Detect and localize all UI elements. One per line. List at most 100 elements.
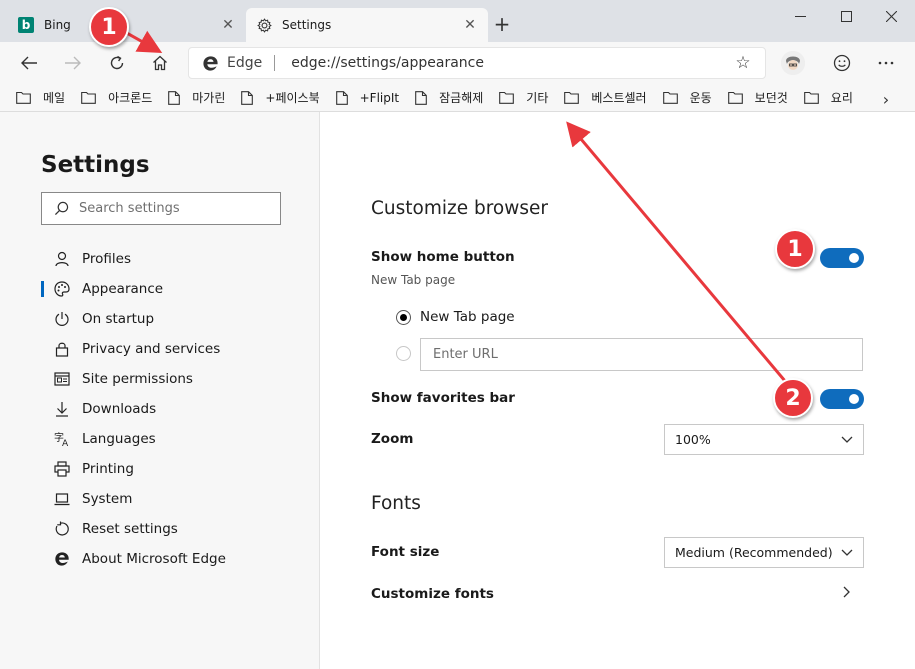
radio-newtab-row[interactable]: New Tab page	[396, 309, 515, 325]
favorite-item[interactable]: 기타	[499, 89, 548, 106]
new-tab-button[interactable]: +	[490, 12, 514, 36]
sidebar-item-printing[interactable]: Printing	[41, 454, 301, 484]
sidebar-item-languages[interactable]: 字 A Languages	[41, 424, 301, 454]
favorite-item[interactable]: 아크론드	[81, 89, 152, 106]
zoom-select[interactable]: 100%	[664, 424, 864, 455]
svg-text:A: A	[62, 439, 69, 447]
search-input[interactable]	[77, 200, 257, 217]
smiley-icon	[833, 54, 851, 72]
window-close-icon[interactable]	[871, 4, 911, 28]
favorite-item[interactable]: 보던것	[727, 89, 788, 106]
sidebar-item-privacy-and-services[interactable]: Privacy and services	[41, 334, 301, 364]
favorite-label: 잠금해제	[439, 91, 484, 105]
search-settings-box[interactable]	[41, 192, 281, 225]
close-tab-icon[interactable]: ✕	[220, 17, 236, 33]
favorite-label: 기타	[526, 91, 549, 105]
chevron-right-icon[interactable]: ›	[876, 90, 896, 109]
sidebar-item-site-permissions[interactable]: Site permissions	[41, 364, 301, 394]
favorite-item[interactable]: 잠금해제	[415, 89, 483, 106]
languages-icon: 字A	[53, 430, 71, 448]
forward-button[interactable]	[58, 48, 88, 78]
radio-url-row[interactable]	[396, 346, 420, 361]
sidebar-item-reset-settings[interactable]: Reset settings	[41, 514, 301, 544]
search-icon	[54, 201, 69, 216]
favorite-label: +FlipIt	[359, 90, 400, 105]
radio-newtab-label: New Tab page	[420, 309, 515, 325]
profile-avatar[interactable]	[781, 51, 805, 75]
sidebar-item-downloads[interactable]: Downloads	[41, 394, 301, 424]
more-menu-button[interactable]	[871, 48, 901, 78]
folder-icon	[662, 91, 684, 104]
home-button[interactable]	[145, 48, 175, 78]
customize-fonts-label[interactable]: Customize fonts	[371, 586, 494, 602]
close-tab-icon[interactable]: ✕	[462, 17, 478, 33]
settings-main: Customize browser Show home button New T…	[321, 112, 915, 669]
fonts-heading: Fonts	[371, 493, 421, 514]
sidebar-item-about-microsoft-edge[interactable]: About Microsoft Edge	[41, 544, 301, 574]
home-icon	[153, 55, 167, 71]
sidebar-item-system[interactable]: System	[41, 484, 301, 514]
zoom-label: Zoom	[371, 431, 414, 447]
back-arrow-icon	[21, 56, 37, 70]
sidebar-item-appearance[interactable]: Appearance	[41, 274, 301, 304]
favorite-item[interactable]: +페이스북	[241, 89, 320, 106]
download-icon	[53, 400, 71, 418]
favorite-label: 보던것	[754, 91, 788, 105]
sidebar-item-profiles[interactable]: Profiles	[41, 244, 301, 274]
page-icon	[241, 90, 259, 105]
radio-url[interactable]	[396, 346, 411, 361]
favorite-item[interactable]: +FlipIt	[335, 90, 400, 105]
favorite-item[interactable]: 마가린	[168, 89, 225, 106]
show-home-button-label: Show home button	[371, 249, 515, 265]
radio-newtab[interactable]	[396, 309, 411, 325]
favorite-label: 마가린	[192, 91, 226, 105]
favorite-item[interactable]: 베스트셀러	[564, 89, 647, 106]
show-favorites-bar-label: Show favorites bar	[371, 390, 515, 406]
tab-settings[interactable]: Settings ✕	[246, 8, 488, 42]
page-title: Settings	[41, 152, 150, 178]
printer-icon	[53, 460, 71, 478]
sidebar-item-label: System	[82, 491, 133, 507]
refresh-button[interactable]	[102, 48, 132, 78]
laptop-icon	[53, 490, 71, 508]
folder-icon	[803, 91, 825, 104]
forward-arrow-icon	[65, 56, 81, 70]
sidebar-item-label: Appearance	[82, 281, 164, 297]
minimize-icon[interactable]	[780, 4, 820, 28]
annotation-badge: 1	[775, 229, 815, 269]
sidebar-item-on-startup[interactable]: On startup	[41, 304, 301, 334]
reset-icon	[53, 520, 71, 538]
site-permissions-icon	[53, 370, 71, 388]
maximize-icon[interactable]	[826, 4, 866, 28]
chevron-right-icon[interactable]	[839, 584, 855, 600]
feedback-button[interactable]	[827, 48, 857, 78]
refresh-icon	[110, 55, 124, 70]
favorite-label: 아크론드	[108, 91, 153, 105]
folder-icon	[16, 91, 37, 104]
favorite-label: +페이스북	[265, 91, 320, 105]
back-button[interactable]	[14, 48, 44, 78]
show-home-button-toggle[interactable]	[820, 248, 864, 268]
address-url[interactable]: edge://settings/appearance	[291, 55, 733, 71]
address-bar[interactable]: Edge edge://settings/appearance ☆	[188, 47, 766, 79]
palette-icon	[53, 280, 71, 298]
show-favorites-bar-toggle[interactable]	[820, 389, 864, 409]
sidebar-item-label: Site permissions	[82, 371, 193, 387]
home-url-input[interactable]	[420, 338, 863, 371]
favorite-item[interactable]: 운동	[662, 89, 712, 106]
favorite-item[interactable]: 메일	[16, 89, 65, 106]
favorite-star-icon[interactable]: ☆	[733, 53, 753, 73]
power-icon	[53, 310, 71, 328]
favorite-item[interactable]: 요리	[803, 89, 853, 106]
favorites-bar: 메일 아크론드 마가린 +페이스북 +FlipIt 잠금해제 기타 베스트셀러 운동 보던것 요리	[0, 84, 915, 112]
page-icon	[335, 90, 354, 105]
edge-logo-icon	[53, 550, 71, 568]
chevron-down-icon	[841, 436, 853, 443]
bing-logo-icon: b	[18, 17, 34, 33]
toolbar: Edge edge://settings/appearance ☆	[0, 42, 915, 84]
customize-browser-heading: Customize browser	[371, 198, 549, 219]
favorite-label: 베스트셀러	[591, 91, 647, 105]
font-size-select[interactable]: Medium (Recommended)	[664, 537, 864, 568]
favorite-label: 메일	[43, 91, 66, 105]
folder-icon	[499, 91, 520, 104]
